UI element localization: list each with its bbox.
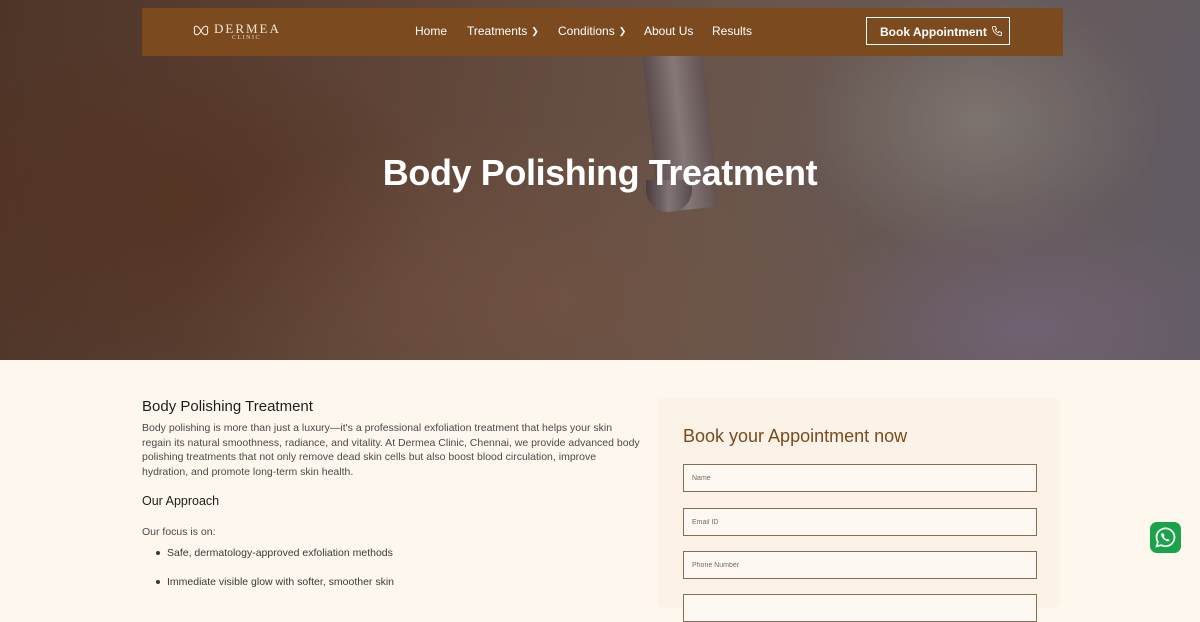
book-appointment-label: Book Appointment (880, 25, 987, 39)
name-field-wrapper (683, 464, 1037, 492)
email-input[interactable] (684, 509, 1036, 535)
nav-home[interactable]: Home (415, 24, 447, 38)
nav-conditions[interactable]: Conditions ❯ (558, 24, 626, 38)
nav-treatments-label: Treatments (467, 24, 528, 38)
hero-title: Body Polishing Treatment (382, 152, 818, 193)
name-input[interactable] (684, 465, 1036, 491)
chevron-down-icon: ❯ (618, 26, 627, 36)
book-appointment-button[interactable]: Book Appointment (866, 17, 1010, 45)
main-navbar: DERMEA CLINIC Home Treatments ❯ Condition… (142, 8, 1063, 56)
whatsapp-button[interactable] (1150, 522, 1181, 553)
appointment-form: Book your Appointment now (658, 398, 1060, 622)
nav-results-label: Results (712, 24, 753, 38)
chevron-down-icon: ❯ (531, 26, 539, 36)
next-field-wrapper[interactable] (683, 594, 1037, 622)
phone-icon (992, 26, 1002, 36)
nav-home-label: Home (415, 24, 448, 38)
phone-field-wrapper (683, 551, 1037, 579)
whatsapp-icon (1155, 527, 1176, 548)
butterfly-icon (193, 25, 209, 36)
approach-heading: Our Approach (142, 494, 220, 509)
nav-about-label: About Us (644, 24, 694, 38)
nav-treatments[interactable]: Treatments ❯ (467, 24, 539, 38)
focus-intro: Our focus is on: (142, 526, 216, 539)
article-heading: Body Polishing Treatment (142, 398, 313, 415)
brand-subtitle: CLINIC (232, 35, 261, 41)
phone-input[interactable] (684, 552, 1036, 578)
article-description: Body polishing is more than just a luxur… (142, 422, 640, 478)
article-section: Body Polishing Treatment Body polishing … (142, 398, 642, 604)
brand-logo[interactable]: DERMEA CLINIC (192, 21, 292, 43)
list-item: Immediate visible glow with softer, smoo… (142, 575, 642, 604)
form-title: Book your Appointment now (683, 426, 908, 446)
email-field-wrapper (683, 508, 1037, 536)
list-item: Safe, dermatology-approved exfoliation m… (142, 546, 642, 575)
nav-results[interactable]: Results (712, 24, 752, 38)
nav-about-us[interactable]: About Us (644, 24, 693, 38)
nav-conditions-label: Conditions (558, 24, 615, 38)
